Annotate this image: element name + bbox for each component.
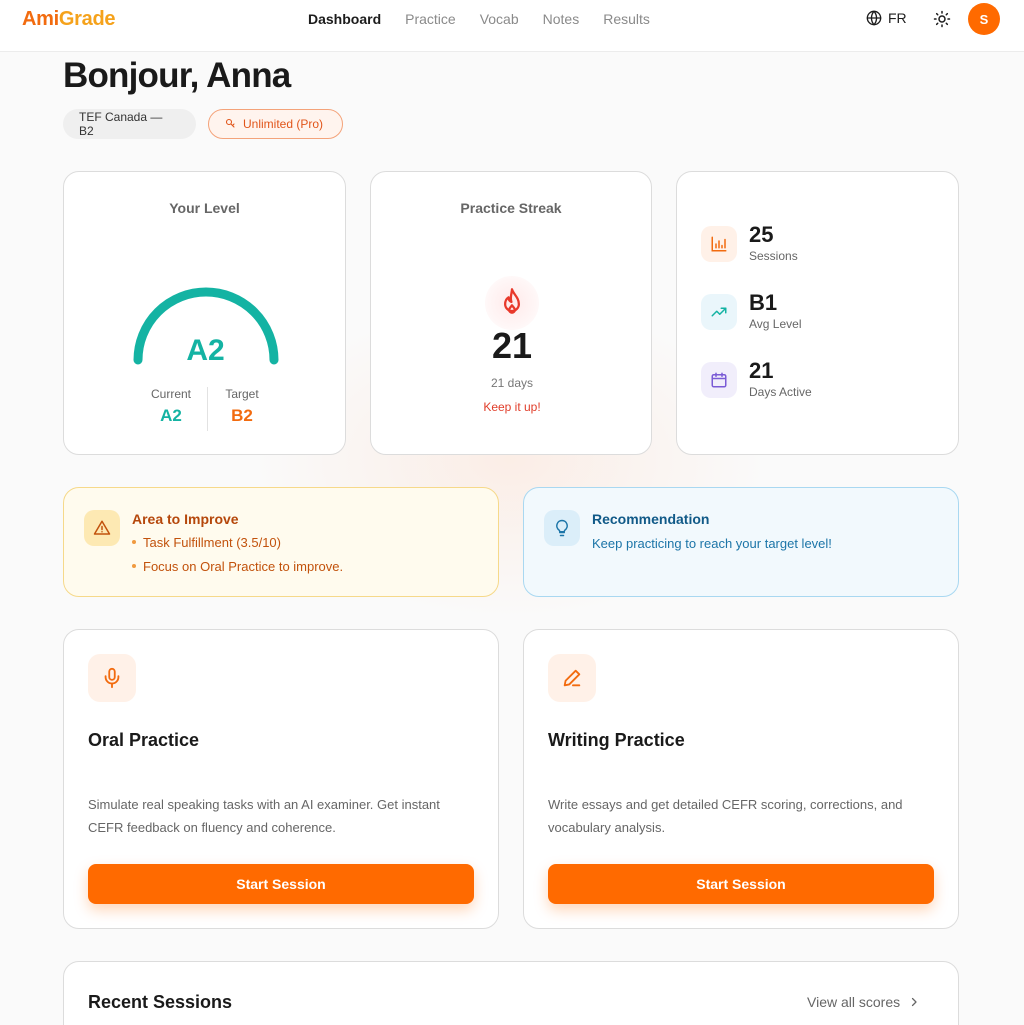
exam-badge[interactable]: TEF Canada — B2: [63, 109, 196, 139]
plan-badge-label: Unlimited (Pro): [243, 117, 324, 131]
recommendation-title: Recommendation: [592, 511, 710, 527]
sun-icon: [933, 10, 951, 28]
user-avatar[interactable]: S: [968, 3, 1000, 35]
calendar-icon: [711, 372, 727, 388]
oral-practice-description: Simulate real speaking tasks with an AI …: [88, 797, 440, 835]
pencil-icon-box: [548, 654, 596, 702]
link-icon: [225, 118, 235, 128]
nav-notes[interactable]: Notes: [543, 11, 580, 27]
nav-practice[interactable]: Practice: [405, 11, 456, 27]
stats-card: 25 Sessions B1 Avg Level 21 Days Active: [676, 171, 959, 455]
stat-sessions-label: Sessions: [749, 249, 798, 263]
microphone-icon-box: [88, 654, 136, 702]
language-switcher[interactable]: FR: [866, 10, 907, 26]
stat-days-active-value: 21: [749, 358, 774, 383]
improve-item-text: Task Fulfillment (3.5/10): [143, 535, 281, 550]
stat-days-active-icon-box: [701, 362, 737, 398]
recent-sessions-card: Recent Sessions View all scores: [63, 961, 959, 1025]
nav-results[interactable]: Results: [603, 11, 650, 27]
language-code: FR: [888, 10, 907, 26]
logo-text-grade: Grade: [58, 8, 116, 30]
oral-practice-card: Oral Practice Simulate real speaking tas…: [63, 629, 499, 929]
top-navbar: AmiGrade Dashboard Practice Vocab Notes …: [0, 0, 1024, 52]
microphone-icon: [104, 667, 120, 689]
writing-practice-description: Write essays and get detailed CEFR scori…: [548, 797, 903, 835]
streak-card-title: Practice Streak: [460, 200, 562, 216]
streak-card: Practice Streak 21 21 days Keep it up!: [370, 171, 652, 455]
stat-sessions-text: 25 Sessions: [749, 222, 798, 266]
main-nav: Dashboard Practice Vocab Notes Results: [308, 11, 650, 27]
stat-sessions-value: 25: [749, 222, 774, 247]
stat-avg-level: B1 Avg Level: [701, 290, 801, 334]
view-all-scores-link[interactable]: View all scores: [807, 994, 920, 1010]
bullet-dot: [132, 540, 136, 544]
level-value: A2: [186, 334, 225, 367]
improve-item: Focus on Oral Practice to improve.: [132, 559, 343, 574]
app-logo[interactable]: AmiGrade: [22, 8, 116, 31]
level-card: Your Level A2 Current A2 Target B2: [63, 171, 346, 455]
target-level-label: Target: [225, 387, 259, 401]
stat-days-active-text: 21 Days Active: [749, 358, 812, 402]
nav-vocab[interactable]: Vocab: [480, 11, 519, 27]
chevron-right-icon: [912, 997, 917, 1007]
stat-days-active-label: Days Active: [749, 385, 812, 399]
stat-sessions-icon-box: [701, 226, 737, 262]
recommendation-text: Keep practicing to reach your target lev…: [592, 536, 832, 551]
stat-avg-level-value: B1: [749, 290, 778, 315]
flame-icon: [503, 288, 520, 314]
recommendation-alert: Recommendation Keep practicing to reach …: [523, 487, 959, 597]
stat-days-active: 21 Days Active: [701, 358, 812, 402]
improve-item: Task Fulfillment (3.5/10): [132, 535, 281, 550]
improve-item-text: Focus on Oral Practice to improve.: [143, 559, 344, 574]
lightbulb-icon-box: [544, 510, 580, 546]
warning-icon-box: [84, 510, 120, 546]
writing-start-session-button[interactable]: Start Session: [548, 864, 934, 904]
streak-encouragement: Keep it up!: [483, 400, 541, 414]
oral-practice-title: Oral Practice: [88, 730, 200, 750]
writing-practice-card: Writing Practice Write essays and get de…: [523, 629, 959, 929]
oral-start-session-button[interactable]: Start Session: [88, 864, 474, 904]
improve-alert: Area to Improve Task Fulfillment (3.5/10…: [63, 487, 499, 597]
logo-text-ami: Ami: [22, 8, 59, 30]
bullet-dot: [132, 564, 136, 568]
plan-badge[interactable]: Unlimited (Pro): [208, 109, 343, 139]
lightbulb-icon: [556, 519, 568, 537]
level-card-title: Your Level: [169, 200, 240, 216]
theme-toggle[interactable]: [933, 10, 951, 28]
trending-up-icon: [711, 307, 727, 317]
warning-icon: [93, 520, 111, 535]
streak-days: 21 days: [490, 376, 534, 390]
stat-sessions: 25 Sessions: [701, 222, 798, 266]
nav-dashboard[interactable]: Dashboard: [308, 11, 381, 27]
recent-sessions-title: Recent Sessions: [88, 992, 233, 1012]
view-all-scores-label: View all scores: [807, 994, 901, 1010]
flame-badge: [485, 276, 539, 330]
bar-chart-icon: [711, 236, 727, 252]
pencil-icon: [563, 669, 581, 687]
target-level: Target B2: [197, 387, 287, 426]
globe-icon: [866, 10, 882, 26]
page-title: Bonjour, Anna: [63, 56, 291, 95]
stat-avg-level-label: Avg Level: [749, 317, 802, 331]
exam-badge-label: TEF Canada — B2: [79, 110, 163, 138]
stat-avg-level-text: B1 Avg Level: [749, 290, 801, 334]
target-level-value: B2: [231, 406, 253, 425]
writing-practice-title: Writing Practice: [548, 730, 685, 750]
stat-avg-level-icon-box: [701, 294, 737, 330]
streak-count: 21: [491, 325, 533, 366]
improve-title: Area to Improve: [132, 511, 239, 527]
